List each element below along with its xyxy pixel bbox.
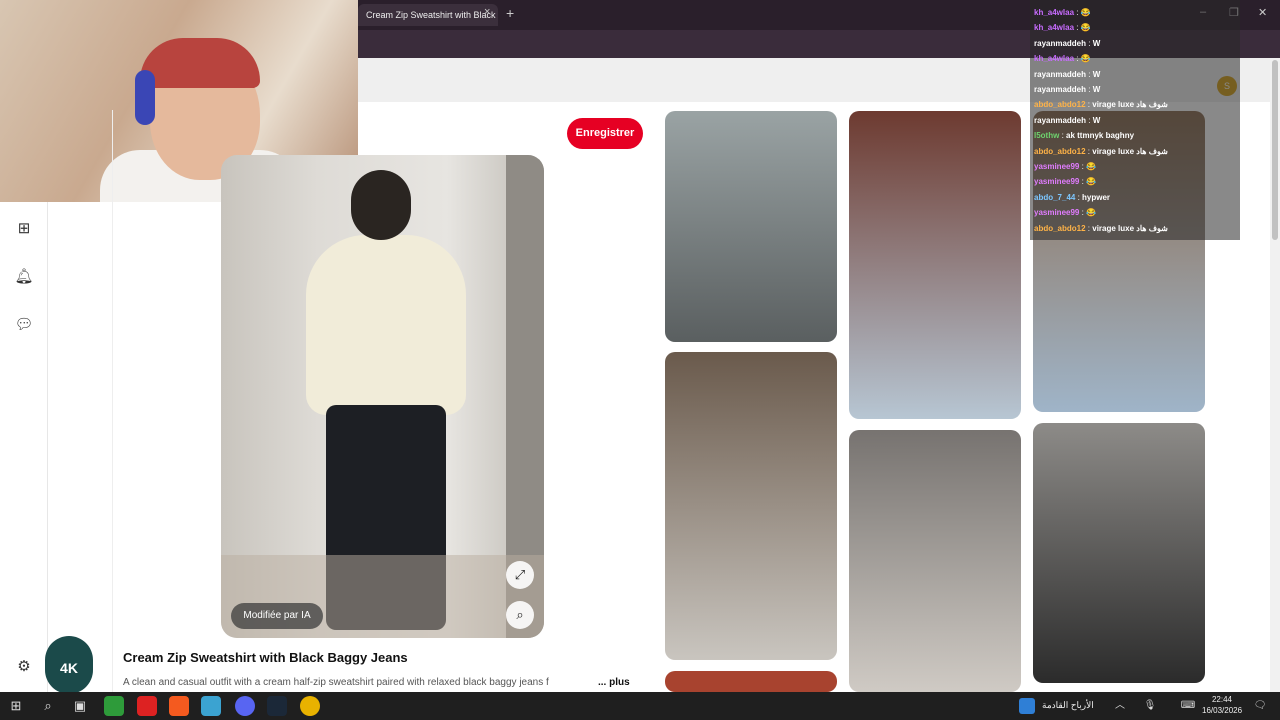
chat-separator: :: [1086, 69, 1093, 79]
webcam-cap: [140, 38, 260, 88]
more-link[interactable]: ... plus: [598, 677, 630, 688]
tray-arrow-icon[interactable]: ︿: [1110, 696, 1130, 716]
chat-message: kh_a4wlaa : 😂: [1034, 8, 1091, 17]
pin-description: A clean and casual outfit with a cream h…: [123, 677, 549, 688]
bell-icon[interactable]: 🔔︎: [14, 267, 34, 287]
chat-text: 😂: [1080, 8, 1091, 17]
chat-message: rayanmaddeh : W: [1034, 39, 1100, 48]
pin-title: Cream Zip Sweatshirt with Black Baggy Je…: [123, 650, 408, 665]
chat-separator: :: [1086, 115, 1093, 125]
chat-separator: :: [1059, 131, 1067, 141]
chat-separator: :: [1086, 38, 1093, 48]
chat-username[interactable]: rayanmaddeh: [1034, 116, 1086, 125]
chat-message: rayanmaddeh : W: [1034, 70, 1100, 79]
image-head: [351, 170, 411, 240]
visual-search-icon[interactable]: ⌕: [506, 601, 534, 629]
app-icon-2[interactable]: [137, 696, 157, 716]
chat-text: virage luxe شوف هاد: [1092, 223, 1168, 233]
chat-username[interactable]: abdo_7_44: [1034, 193, 1075, 202]
chat-message: yasminee99 : 😂: [1034, 208, 1096, 217]
grid-pin-1[interactable]: [665, 111, 837, 342]
chat-text: 😂: [1086, 177, 1097, 187]
create-icon[interactable]: ⊞: [14, 219, 34, 239]
clock[interactable]: 22:44 16/03/2026: [1202, 694, 1242, 716]
chat-message: l5othw : ak ttmnyk baghny: [1034, 131, 1134, 140]
keyboard-icon[interactable]: ⌨: [1178, 696, 1198, 716]
app-icon-1[interactable]: [104, 696, 124, 716]
chat-username[interactable]: yasminee99: [1034, 177, 1079, 186]
chat-username[interactable]: rayanmaddeh: [1034, 70, 1086, 79]
chat-text: W: [1092, 69, 1101, 79]
chat-separator: :: [1086, 85, 1093, 94]
messages-icon[interactable]: 💬︎: [14, 315, 34, 335]
chrome-icon[interactable]: [300, 696, 320, 716]
gear-icon[interactable]: ⚙: [14, 657, 34, 677]
chat-username[interactable]: rayanmaddeh: [1034, 85, 1086, 94]
save-button[interactable]: Enregistrer: [567, 118, 643, 149]
chat-username[interactable]: l5othw: [1034, 131, 1059, 140]
grid-pin-7[interactable]: [665, 671, 837, 692]
chat-message: yasminee99 : 😂: [1034, 177, 1096, 186]
taskbar-news[interactable]: الأرباح القادمة: [1042, 700, 1094, 711]
discord-icon[interactable]: [235, 696, 255, 716]
grid-pin-6[interactable]: [1033, 423, 1205, 683]
chat-username[interactable]: kh_a4wlaa: [1034, 23, 1074, 32]
chat-text: virage luxe شوف هاد: [1092, 100, 1168, 110]
grid-pin-5[interactable]: [849, 430, 1021, 692]
pin-image[interactable]: [221, 155, 544, 638]
task-view-icon[interactable]: ▣: [70, 696, 90, 716]
chat-message: rayanmaddeh : W: [1034, 116, 1100, 125]
clock-time: 22:44: [1211, 695, 1233, 704]
ai-modified-badge: Modifiée par IA: [231, 603, 323, 629]
chat-text: W: [1092, 85, 1101, 94]
app-icon-3[interactable]: [201, 696, 221, 716]
steam-icon[interactable]: [267, 696, 287, 716]
chat-text: 😂: [1080, 23, 1091, 33]
chat-username[interactable]: abdo_abdo12: [1034, 224, 1086, 233]
browser-tab[interactable]: Cream Zip Sweatshirt with Black: [358, 4, 498, 26]
tab-close-icon[interactable]: ×: [484, 6, 490, 18]
chat-text: 😂: [1086, 162, 1097, 171]
streamer-logo: 4K: [45, 636, 93, 694]
clock-date: 16/03/2026: [1202, 706, 1243, 715]
weather-icon[interactable]: [1019, 698, 1035, 714]
chat-text: 😂: [1080, 54, 1091, 64]
grid-pin-2[interactable]: [849, 111, 1021, 419]
chat-text: W: [1092, 38, 1101, 48]
scrollbar-thumb[interactable]: [1272, 60, 1278, 240]
chat-username[interactable]: kh_a4wlaa: [1034, 8, 1074, 17]
chat-separator: :: [1074, 8, 1081, 17]
windows-start-icon[interactable]: ⊞: [6, 696, 26, 716]
chat-message: abdo_7_44 : hypwer: [1034, 193, 1110, 202]
mic-icon[interactable]: 🎙︎: [1140, 696, 1160, 716]
chat-separator: :: [1074, 23, 1081, 33]
chat-text: hypwer: [1082, 192, 1111, 202]
chat-username[interactable]: abdo_abdo12: [1034, 100, 1086, 109]
image-sweatshirt: [306, 235, 466, 415]
chat-username[interactable]: yasminee99: [1034, 162, 1079, 171]
chat-text: virage luxe شوف هاد: [1092, 146, 1168, 156]
chat-message: abdo_abdo12 : virage luxe شوف هاد: [1034, 147, 1168, 156]
chat-message: kh_a4wlaa : 😂: [1034, 23, 1091, 32]
chat-separator: :: [1074, 54, 1081, 64]
chat-username[interactable]: kh_a4wlaa: [1034, 54, 1074, 63]
chat-text: 😂: [1086, 208, 1097, 218]
search-icon[interactable]: ⌕: [38, 696, 58, 716]
chat-username[interactable]: abdo_abdo12: [1034, 147, 1086, 156]
new-tab-icon[interactable]: +: [506, 5, 514, 21]
chat-username[interactable]: rayanmaddeh: [1034, 39, 1086, 48]
chat-message: rayanmaddeh : W: [1034, 85, 1100, 94]
chat-message: kh_a4wlaa : 😂: [1034, 54, 1091, 63]
close-window-icon[interactable]: ✕: [1258, 6, 1267, 19]
notification-icon[interactable]: 🗨︎: [1250, 696, 1270, 716]
chat-message: yasminee99 : 😂: [1034, 162, 1096, 171]
grid-pin-4[interactable]: [665, 352, 837, 660]
expand-icon[interactable]: ⤢: [506, 561, 534, 589]
chat-message: abdo_abdo12 : virage luxe شوف هاد: [1034, 100, 1168, 109]
chat-message: abdo_abdo12 : virage luxe شوف هاد: [1034, 224, 1168, 233]
chat-username[interactable]: yasminee99: [1034, 208, 1079, 217]
brave-icon[interactable]: [169, 696, 189, 716]
chat-text: W: [1092, 115, 1101, 125]
chat-text: ak ttmnyk baghny: [1066, 131, 1135, 141]
